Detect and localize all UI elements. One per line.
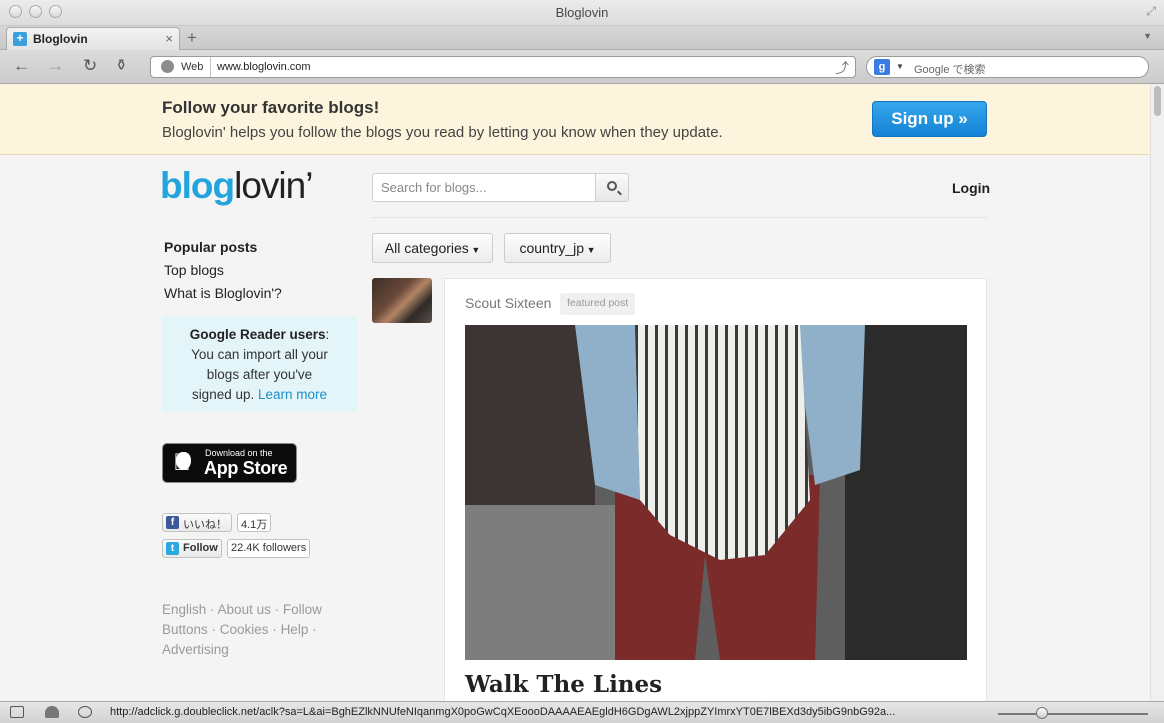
downloads-icon[interactable]: [78, 706, 92, 718]
twitter-follow-label: Follow: [183, 542, 218, 554]
reader-notice-title: Google Reader users: [189, 327, 326, 342]
tab-title: Bloglovin: [33, 32, 88, 46]
facebook-like-label: いいね！: [183, 519, 227, 531]
footer-link-cookies[interactable]: Cookies: [220, 622, 269, 637]
reader-notice-line3: signed up.: [191, 387, 255, 402]
learn-more-link[interactable]: Learn more: [258, 387, 327, 402]
web-search-placeholder: Google で検索: [914, 64, 986, 76]
sidebar-item-popular-posts[interactable]: Popular posts: [164, 236, 282, 259]
scrollbar-thumb[interactable]: [1154, 86, 1161, 116]
web-search-input[interactable]: g ▼ Google で検索: [866, 56, 1149, 78]
key-icon[interactable]: ⚱: [115, 57, 128, 75]
sidebar-item-what-is[interactable]: What is Bloglovin'?: [164, 282, 282, 305]
url-scope-label: Web: [181, 61, 204, 73]
web-label: Web: [151, 57, 211, 77]
zoom-slider-knob[interactable]: [1036, 707, 1048, 719]
footer-link-advertising[interactable]: Advertising: [162, 642, 229, 657]
reload-icon[interactable]: ↻: [83, 57, 97, 75]
new-tab-button[interactable]: +: [187, 28, 197, 48]
country-dropdown-label: country_jp: [519, 240, 585, 256]
address-bar[interactable]: Web www.bloglovin.com ⤴: [150, 56, 856, 78]
post-photo-illustration: [465, 325, 967, 660]
post-blog-name[interactable]: Scout Sixteen: [465, 295, 551, 311]
app-store-small-text: Download on the: [205, 448, 273, 458]
country-chevron-down-icon: ▼: [584, 245, 596, 255]
footer-link-english[interactable]: English: [162, 602, 206, 617]
facebook-like-count: 4.1万: [237, 513, 272, 532]
window-title: Bloglovin: [555, 5, 609, 20]
apple-shape-icon: [176, 452, 191, 470]
search-engine-chevron-icon[interactable]: ▼: [896, 62, 904, 71]
footer-link-follow[interactable]: Follow: [283, 602, 322, 617]
app-store-big-text: App Store: [204, 458, 288, 478]
tab-close-icon[interactable]: ×: [165, 31, 173, 46]
footer-links: English · About us · Follow Buttons · Co…: [162, 602, 322, 657]
reader-notice-line2: blogs after you've: [206, 367, 313, 382]
window-titlebar: Bloglovin ⤢: [0, 0, 1164, 26]
country-dropdown[interactable]: country_jp ▼: [504, 233, 611, 263]
post-card: Scout Sixteen featured post Walk The Lin…: [444, 278, 987, 708]
logo-part-lovin: lovin’: [234, 165, 313, 206]
facebook-like-button[interactable]: f いいね！: [162, 513, 232, 532]
browser-toolbar: ← → ↻ ⚱ Web www.bloglovin.com ⤴ g ▼ Goog…: [0, 50, 1164, 84]
bloglovin-favicon-icon: +: [13, 32, 27, 46]
signup-button[interactable]: Sign up »: [872, 101, 987, 137]
twitter-bird-icon: t: [166, 542, 179, 555]
tab-bloglovin[interactable]: + Bloglovin ×: [6, 27, 180, 50]
blog-avatar[interactable]: [372, 278, 432, 323]
featured-post-badge: featured post: [560, 293, 636, 315]
footer-link-help[interactable]: Help: [281, 622, 309, 637]
tab-list-chevron-icon[interactable]: ▼: [1143, 31, 1152, 41]
cloud-icon[interactable]: [45, 706, 59, 718]
blog-search-button[interactable]: [595, 173, 629, 202]
forward-arrow-icon[interactable]: →: [47, 57, 64, 75]
twitter-follower-count: 22.4K followers: [227, 539, 311, 558]
logo-part-blog: blog: [160, 165, 235, 206]
share-icon[interactable]: ⤴: [835, 58, 849, 78]
category-dropdown-label: All categories: [384, 240, 469, 256]
globe-icon: [161, 60, 174, 73]
tab-bar: + Bloglovin × + ▼: [0, 26, 1164, 50]
twitter-follow-button[interactable]: t Follow: [162, 539, 222, 558]
status-bar: http://adclick.g.doubleclick.net/aclk?sa…: [0, 701, 1164, 723]
fullscreen-icon[interactable]: ⤢: [1146, 4, 1156, 19]
category-dropdown[interactable]: All categories ▼: [372, 233, 493, 263]
page-scrollbar[interactable]: [1150, 84, 1164, 701]
blog-search-input[interactable]: Search for blogs...: [372, 173, 596, 202]
reader-notice-line1: You can import all your: [191, 347, 328, 362]
sidebar-nav: Popular posts Top blogs What is Bloglovi…: [164, 236, 282, 305]
category-chevron-down-icon: ▼: [468, 245, 481, 255]
zoom-slider[interactable]: [998, 713, 1148, 715]
login-link[interactable]: Login: [952, 180, 990, 196]
facebook-icon: f: [166, 516, 179, 529]
google-reader-notice: Google Reader users: You can import all …: [162, 316, 357, 412]
footer-link-about[interactable]: About us: [218, 602, 271, 617]
status-url: http://adclick.g.doubleclick.net/aclk?sa…: [110, 706, 896, 718]
post-title[interactable]: Walk The Lines: [465, 671, 662, 698]
back-arrow-icon[interactable]: ←: [13, 57, 30, 75]
header-divider: [372, 217, 987, 218]
banner-heading: Follow your favorite blogs!: [162, 98, 380, 117]
signup-banner: Follow your favorite blogs! Bloglovin' h…: [0, 84, 1150, 155]
url-text[interactable]: www.bloglovin.com: [217, 61, 311, 73]
sidebar-item-top-blogs[interactable]: Top blogs: [164, 259, 282, 282]
banner-subtext: Bloglovin' helps you follow the blogs yo…: [162, 124, 723, 141]
search-icon: [607, 181, 617, 191]
post-image[interactable]: [465, 325, 967, 660]
bloglovin-logo[interactable]: bloglovin’: [160, 164, 313, 208]
google-icon[interactable]: g: [874, 59, 890, 75]
sidebar-toggle-icon[interactable]: [10, 706, 24, 718]
footer-link-buttons[interactable]: Buttons: [162, 622, 208, 637]
